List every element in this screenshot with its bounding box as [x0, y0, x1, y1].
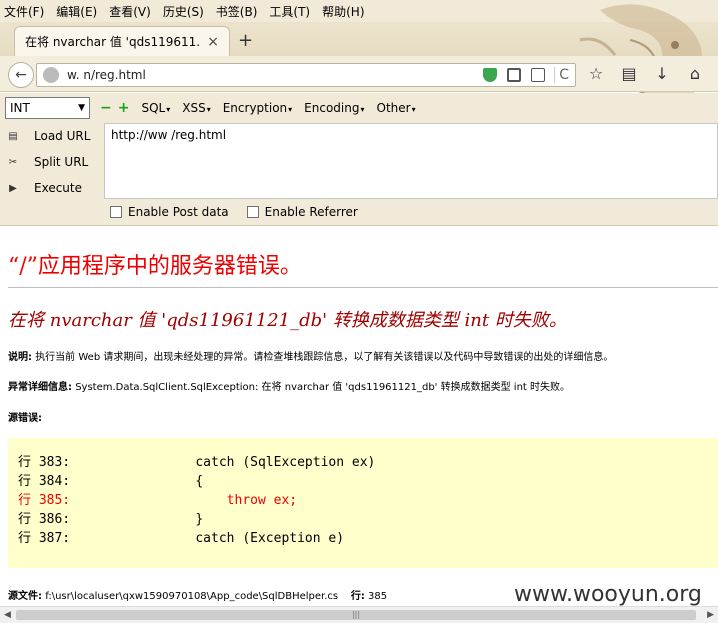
- tab-strip: 在将 nvarchar 值 'qds119611... × +: [0, 22, 718, 56]
- divider: [554, 67, 556, 83]
- menu-other-label: Other: [376, 101, 411, 115]
- scroll-right-icon[interactable]: ▶: [707, 610, 714, 620]
- menu-edit[interactable]: 编辑(E): [56, 3, 97, 20]
- caret-down-icon: ▾: [360, 105, 365, 114]
- referrer-checkbox[interactable]: Enable Referrer: [246, 205, 358, 219]
- split-url-label: Split URL: [34, 155, 89, 169]
- arrow-left-icon: ←: [15, 67, 27, 83]
- error-subtitle: 在将 nvarchar 值 'qds11961121_db' 转换成数据类型 i…: [8, 310, 567, 331]
- caret-down-icon: ▾: [288, 105, 293, 114]
- menu-encryption-label: Encryption: [222, 101, 288, 115]
- code-line: 行 386: }: [18, 512, 204, 527]
- referrer-label: Enable Referrer: [264, 205, 358, 219]
- caret-down-icon: ▾: [206, 105, 211, 114]
- line-number: 385: [368, 591, 388, 602]
- exception-paragraph: 异常详细信息: System.Data.SqlClient.SqlExcepti…: [8, 378, 570, 393]
- caret-down-icon: ▾: [411, 105, 416, 114]
- description-label: 说明:: [8, 352, 32, 363]
- menu-help[interactable]: 帮助(H): [322, 3, 364, 20]
- star-bookmark-icon[interactable]: ☆: [586, 64, 606, 84]
- menu-bookmarks[interactable]: 书签(B): [216, 3, 258, 20]
- play-icon: ▶: [9, 182, 17, 194]
- menu-encryption[interactable]: Encryption▾: [223, 101, 292, 115]
- source-error-label: 源错误:: [8, 413, 42, 424]
- menu-view[interactable]: 查看(V): [109, 3, 151, 20]
- url-bar[interactable]: w. n/reg.html C: [36, 63, 576, 87]
- load-url-label: Load URL: [34, 129, 91, 143]
- chevron-down-icon: ▼: [78, 103, 85, 113]
- source-error-heading: 源错误:: [8, 409, 42, 424]
- divider: [8, 287, 718, 288]
- description-paragraph: 说明: 执行当前 Web 请求期间，出现未经处理的异常。请检查堆栈跟踪信息，以了…: [8, 348, 613, 363]
- tab-title: 在将 nvarchar 值 'qds119611...: [25, 35, 202, 49]
- watermark: www.wooyun.org: [514, 582, 702, 606]
- home-icon[interactable]: ⌂: [685, 64, 705, 84]
- menu-xss-label: XSS: [182, 101, 206, 115]
- scroll-left-icon[interactable]: ◀: [4, 610, 11, 620]
- post-data-checkbox[interactable]: Enable Post data: [110, 205, 229, 219]
- menu-history[interactable]: 历史(S): [163, 3, 204, 20]
- load-icon: ▤: [8, 130, 18, 142]
- close-icon[interactable]: ×: [207, 34, 219, 50]
- menu-encoding-label: Encoding: [304, 101, 360, 115]
- scrollbar-thumb[interactable]: |||: [16, 610, 696, 620]
- menu-sql-label: SQL: [141, 101, 166, 115]
- checkbox-box: [110, 206, 122, 218]
- source-code-block: 行 383: catch (SqlException ex) 行 384: { …: [8, 438, 718, 568]
- source-file-path: f:\usr\localuser\qxw1590970108\App_code\…: [45, 591, 339, 602]
- hackbar-toolbar: INT ▼ − + SQL▾ XSS▾ Encryption▾ Encoding…: [0, 93, 718, 123]
- menu-file[interactable]: 文件(F): [4, 3, 44, 20]
- new-tab-button[interactable]: +: [238, 30, 253, 51]
- code-line: 行 383: catch (SqlException ex): [18, 455, 376, 470]
- caret-down-icon: ▾: [166, 105, 171, 114]
- navigation-bar: ← w. n/reg.html C ☆ ▤ ↓ ⌂: [0, 56, 718, 92]
- load-url-button[interactable]: ▤ Load URL: [0, 123, 104, 149]
- url-textarea[interactable]: http://ww /reg.html: [104, 123, 718, 199]
- back-button[interactable]: ←: [8, 62, 34, 88]
- tab-active[interactable]: 在将 nvarchar 值 'qds119611... ×: [14, 26, 230, 56]
- reload-icon[interactable]: C: [559, 67, 569, 83]
- split-url-button[interactable]: ✂ Split URL: [0, 149, 104, 175]
- qr-code-icon[interactable]: [507, 68, 522, 82]
- toolbar-icons: ☆ ▤ ↓ ⌂: [586, 64, 718, 84]
- menu-bar: 文件(F) 编辑(E) 查看(V) 历史(S) 书签(B) 工具(T) 帮助(H…: [0, 0, 718, 22]
- hackbar-options: Enable Post data Enable Referrer: [0, 199, 718, 226]
- code-line: 行 384: {: [18, 474, 204, 489]
- reading-list-icon[interactable]: ▤: [619, 64, 639, 84]
- menu-encoding[interactable]: Encoding▾: [304, 101, 364, 115]
- url-text: w. n/reg.html: [67, 68, 146, 82]
- decrease-button[interactable]: −: [100, 100, 112, 116]
- code-line: 行 387: catch (Exception e): [18, 531, 345, 546]
- scissors-icon: ✂: [8, 156, 18, 168]
- type-select[interactable]: INT ▼: [5, 97, 90, 119]
- menu-sql[interactable]: SQL▾: [141, 101, 170, 115]
- line-label: 行:: [350, 591, 365, 602]
- post-data-label: Enable Post data: [128, 205, 229, 219]
- source-file-info: 源文件: f:\usr\localuser\qxw1590970108\App_…: [8, 587, 387, 602]
- hackbar-side-panel: ▤ Load URL ✂ Split URL ▶ Execute: [0, 123, 104, 199]
- download-icon[interactable]: ↓: [652, 64, 672, 84]
- exception-text: System.Data.SqlClient.SqlException: 在将 n…: [75, 382, 571, 393]
- page-content: “/”应用程序中的服务器错误。 在将 nvarchar 值 'qds119611…: [0, 226, 718, 606]
- menu-tools[interactable]: 工具(T): [269, 3, 310, 20]
- horizontal-scrollbar[interactable]: ◀ ||| ▶: [0, 606, 718, 623]
- exception-label: 异常详细信息:: [8, 382, 72, 393]
- type-select-value: INT: [10, 101, 30, 115]
- execute-button[interactable]: ▶ Execute: [0, 175, 104, 201]
- menu-other[interactable]: Other▾: [377, 101, 416, 115]
- checkbox-box: [246, 206, 259, 218]
- increase-button[interactable]: +: [118, 100, 130, 116]
- page-title: “/”应用程序中的服务器错误。: [8, 254, 302, 279]
- menu-xss[interactable]: XSS▾: [182, 101, 210, 115]
- execute-label: Execute: [34, 181, 82, 195]
- globe-icon: [43, 67, 59, 83]
- shield-icon[interactable]: [483, 68, 498, 82]
- description-text: 执行当前 Web 请求期间，出现未经处理的异常。请检查堆栈跟踪信息，以了解有关该…: [35, 352, 614, 363]
- code-line-highlighted: 行 385: throw ex;: [18, 493, 298, 508]
- reader-view-icon[interactable]: [531, 68, 546, 82]
- source-file-label: 源文件:: [8, 591, 42, 602]
